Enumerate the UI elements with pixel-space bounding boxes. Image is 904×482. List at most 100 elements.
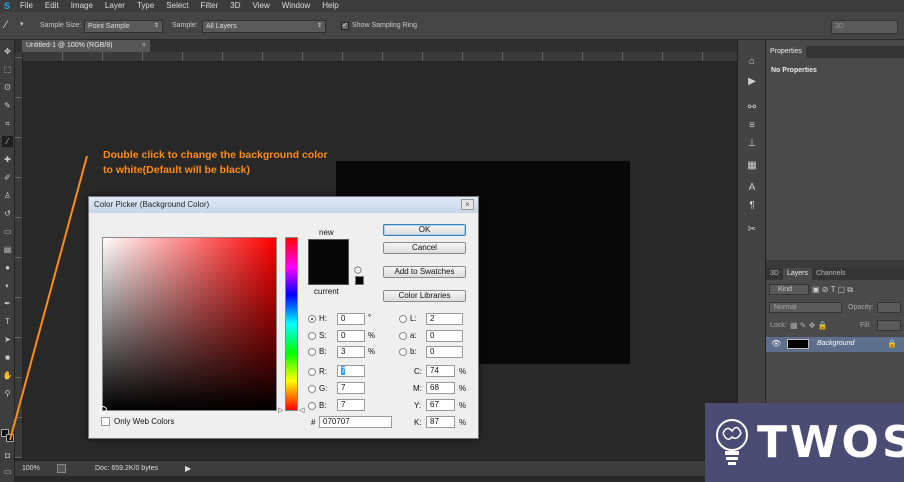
tab-layers[interactable]: Layers: [782, 268, 812, 280]
saturation-radio[interactable]: [308, 332, 316, 340]
adjustments-panel-icon[interactable]: ⚯: [743, 100, 761, 115]
status-export-icon[interactable]: [57, 464, 66, 473]
b-channel-radio[interactable]: [399, 348, 407, 356]
blend-mode-value: Normal: [774, 304, 797, 311]
saturation-label: S:: [319, 331, 327, 340]
brush-presets-icon[interactable]: ⊥: [743, 136, 761, 151]
current-color-label: current: [314, 287, 339, 296]
lightbulb-brain-icon: [716, 419, 748, 465]
lock-label: Lock:: [770, 322, 787, 329]
annotation-line-2: to white(Default will be black): [103, 164, 251, 176]
black-input[interactable]: 87: [426, 416, 455, 428]
lightness-input[interactable]: 2: [426, 313, 463, 325]
hue-slider[interactable]: [285, 237, 298, 411]
blue-input[interactable]: 7: [337, 399, 365, 411]
green-radio[interactable]: [308, 385, 316, 393]
red-value: 7: [341, 366, 346, 375]
styles-panel-icon[interactable]: ≡: [743, 118, 761, 133]
cyan-label: C:: [414, 367, 422, 376]
paragraph-panel-icon[interactable]: ¶: [743, 198, 761, 213]
panel-divider: [766, 260, 904, 268]
dialog-title-bar: Color Picker (Background Color) ×: [89, 197, 478, 213]
new-color-swatch: [308, 239, 349, 262]
ok-button[interactable]: OK: [383, 224, 466, 236]
swatches-panel-icon[interactable]: ▦: [743, 158, 761, 173]
only-web-colors-label: Only Web Colors: [114, 417, 175, 426]
status-menu-arrow-icon[interactable]: ▶: [185, 464, 191, 473]
properties-tab-bar: Properties: [766, 46, 904, 58]
document-info: Doc: 659.2K/0 bytes: [95, 465, 159, 472]
a-channel-radio[interactable]: [399, 332, 407, 340]
current-color-swatch[interactable]: [308, 262, 349, 285]
add-to-swatches-button[interactable]: Add to Swatches: [383, 266, 466, 278]
green-label: G:: [319, 384, 328, 393]
only-web-colors-checkbox[interactable]: [101, 417, 110, 426]
blend-mode-dropdown[interactable]: Normal: [769, 302, 842, 313]
close-icon[interactable]: ×: [461, 199, 474, 210]
b-channel-input[interactable]: 0: [426, 346, 463, 358]
cyan-input[interactable]: 74: [426, 365, 455, 377]
cancel-button[interactable]: Cancel: [383, 242, 466, 254]
lock-icons[interactable]: ▦ ✎ ✥ 🔒: [790, 321, 828, 330]
layer-filter-dropdown[interactable]: Kind: [769, 284, 809, 295]
blue-label: B:: [319, 401, 327, 410]
yellow-input[interactable]: 67: [426, 399, 455, 411]
layers-tab-bar: 3D Layers Channels: [766, 268, 904, 280]
brightness-label: B:: [319, 347, 327, 356]
red-input[interactable]: 7: [337, 365, 365, 377]
saturation-brightness-field[interactable]: [99, 237, 277, 414]
out-of-gamut-cube-icon[interactable]: ⬡: [354, 265, 362, 276]
magenta-input[interactable]: 68: [426, 382, 455, 394]
tab-channels[interactable]: Channels: [812, 268, 850, 280]
tool-presets-icon[interactable]: ✂: [743, 222, 761, 237]
layer-name: Background: [817, 340, 855, 347]
black-label: K:: [414, 418, 422, 427]
saturation-input[interactable]: 0: [337, 330, 365, 342]
hue-slider-right-handle-icon[interactable]: ◁: [299, 406, 304, 414]
annotation-text: Double click to change the background co…: [103, 148, 353, 178]
tab-properties[interactable]: Properties: [766, 46, 806, 58]
color-picker-dialog: Color Picker (Background Color) × ▷ ◁ ne…: [88, 196, 479, 439]
brightness-radio[interactable]: [308, 348, 316, 356]
magenta-label: M:: [413, 384, 422, 393]
a-channel-input[interactable]: 0: [426, 330, 463, 342]
color-selection-marker[interactable]: [99, 406, 107, 414]
hue-radio[interactable]: [308, 315, 316, 323]
new-color-label: new: [319, 228, 334, 237]
b-channel-label: b:: [410, 347, 417, 356]
blue-radio[interactable]: [308, 402, 316, 410]
brightness-input[interactable]: 3: [337, 346, 365, 358]
yellow-label: Y:: [414, 401, 422, 410]
visibility-eye-icon[interactable]: 👁: [771, 339, 781, 348]
opacity-label: Opacity:: [848, 304, 874, 311]
filter-icons[interactable]: ▣ ⊘ T ▢ ⧉: [812, 285, 853, 295]
annotation-line-1: Double click to change the background co…: [103, 149, 328, 161]
hue-label: H:: [319, 314, 327, 323]
history-panel-icon[interactable]: ⌂: [743, 54, 761, 69]
color-libraries-button[interactable]: Color Libraries: [383, 290, 466, 302]
web-safe-color-swatch[interactable]: [355, 276, 364, 285]
fill-field[interactable]: [877, 320, 901, 331]
cyan-unit: %: [459, 367, 467, 376]
status-bar: 100% Doc: 659.2K/0 bytes ▶: [15, 460, 737, 476]
green-input[interactable]: 7: [337, 382, 365, 394]
yellow-unit: %: [459, 401, 467, 410]
brightness-unit: %: [368, 347, 376, 356]
no-properties-text: No Properties: [771, 67, 817, 74]
red-radio[interactable]: [308, 368, 316, 376]
layer-row-background[interactable]: 👁 Background 🔒: [766, 337, 904, 352]
character-panel-icon[interactable]: A: [743, 180, 761, 195]
hex-input[interactable]: 070707: [319, 416, 392, 428]
lightness-radio[interactable]: [399, 315, 407, 323]
actions-panel-icon[interactable]: ▶: [743, 74, 761, 89]
watermark-logo-text: TWOS: [757, 417, 904, 468]
layer-filter-value: Kind: [778, 286, 793, 293]
hue-slider-left-handle-icon[interactable]: ▷: [278, 406, 283, 414]
hue-unit: °: [368, 313, 372, 322]
zoom-level[interactable]: 100%: [22, 465, 40, 472]
layer-lock-icon: 🔒: [887, 339, 897, 348]
twos-watermark: TWOS: [705, 403, 904, 482]
opacity-field[interactable]: [877, 302, 901, 313]
hue-input[interactable]: 0: [337, 313, 365, 325]
tab-3d[interactable]: 3D: [766, 268, 783, 280]
